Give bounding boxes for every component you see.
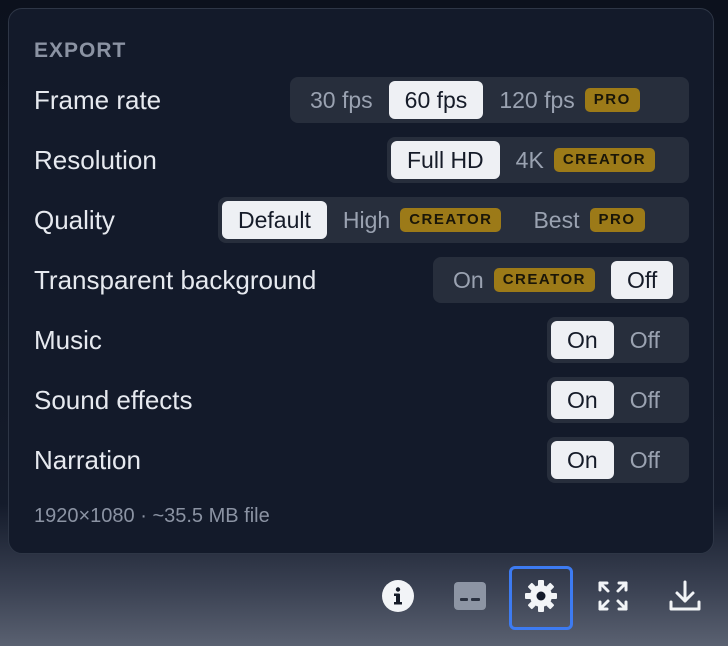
option-120fps[interactable]: 120 fps PRO bbox=[483, 81, 655, 119]
option-label: 4K bbox=[515, 146, 544, 173]
option-on[interactable]: On bbox=[551, 441, 614, 479]
setting-row-narration: Narration On Off bbox=[9, 437, 713, 483]
creator-badge: CREATOR bbox=[553, 148, 656, 172]
segmented-control-resolution: Full HD 4K CREATOR bbox=[387, 137, 689, 183]
setting-row-music: Music On Off bbox=[9, 317, 713, 363]
option-label: 120 fps bbox=[499, 86, 575, 113]
option-label: Off bbox=[629, 446, 660, 473]
option-off[interactable]: Off bbox=[614, 321, 676, 359]
fullscreen-icon bbox=[597, 580, 629, 617]
setting-row-quality: Quality Default High CREATOR Best PRO bbox=[9, 197, 713, 243]
setting-label: Transparent background bbox=[34, 265, 317, 295]
subtitles-icon bbox=[453, 581, 487, 616]
setting-row-resolution: Resolution Full HD 4K CREATOR bbox=[9, 137, 713, 183]
option-label: On bbox=[567, 326, 598, 353]
segmented-control-music: On Off bbox=[547, 317, 689, 363]
option-label: Off bbox=[626, 266, 658, 293]
option-label: On bbox=[567, 446, 598, 473]
option-best[interactable]: Best PRO bbox=[517, 201, 660, 239]
option-high[interactable]: High CREATOR bbox=[327, 201, 518, 239]
setting-row-sound-effects: Sound effects On Off bbox=[9, 377, 713, 423]
option-label: On bbox=[453, 266, 484, 293]
option-label: High bbox=[342, 206, 391, 233]
section-title: EXPORT bbox=[34, 39, 127, 62]
option-label: Full HD bbox=[407, 146, 484, 173]
setting-label: Resolution bbox=[34, 145, 157, 175]
gear-icon bbox=[523, 578, 559, 619]
info-icon bbox=[381, 579, 415, 618]
option-off[interactable]: Off bbox=[614, 381, 676, 419]
creator-badge: CREATOR bbox=[493, 268, 595, 292]
segmented-control-frame-rate: 30 fps 60 fps 120 fps PRO bbox=[290, 77, 689, 123]
option-label: Best bbox=[533, 206, 580, 233]
pro-badge: PRO bbox=[584, 88, 640, 112]
setting-label: Frame rate bbox=[34, 85, 162, 115]
setting-label: Sound effects bbox=[34, 385, 193, 415]
export-summary: 1920×1080 · ~35.5 MB file bbox=[34, 505, 270, 527]
download-icon bbox=[668, 579, 702, 618]
option-off[interactable]: Off bbox=[614, 441, 676, 479]
option-on[interactable]: On bbox=[551, 381, 614, 419]
settings-button[interactable] bbox=[509, 566, 573, 630]
export-settings-panel: EXPORT Frame rate 30 fps 60 fps 120 fps P… bbox=[8, 8, 714, 554]
option-label: On bbox=[567, 386, 598, 413]
creator-badge: CREATOR bbox=[400, 208, 502, 232]
option-label: Off bbox=[629, 326, 660, 353]
player-toolbar bbox=[0, 566, 728, 634]
subtitles-button[interactable] bbox=[438, 566, 502, 630]
option-default[interactable]: Default bbox=[222, 201, 327, 239]
pro-badge: PRO bbox=[589, 208, 645, 232]
option-label: 30 fps bbox=[310, 86, 373, 113]
fullscreen-button[interactable] bbox=[581, 566, 645, 630]
segmented-control-narration: On Off bbox=[547, 437, 689, 483]
option-on[interactable]: On bbox=[551, 321, 614, 359]
option-label: Default bbox=[238, 206, 311, 233]
setting-label: Quality bbox=[34, 205, 115, 235]
info-button[interactable] bbox=[366, 566, 430, 630]
option-label: 60 fps bbox=[404, 86, 468, 113]
option-30fps[interactable]: 30 fps bbox=[294, 81, 389, 119]
setting-row-frame-rate: Frame rate 30 fps 60 fps 120 fps PRO bbox=[9, 77, 713, 123]
option-60fps[interactable]: 60 fps bbox=[388, 81, 484, 119]
option-on[interactable]: On CREATOR bbox=[437, 261, 611, 299]
option-full-hd[interactable]: Full HD bbox=[391, 141, 500, 179]
download-button[interactable] bbox=[653, 566, 717, 630]
setting-label: Music bbox=[34, 325, 102, 355]
segmented-control-transparent-background: On CREATOR Off bbox=[433, 257, 689, 303]
setting-label: Narration bbox=[34, 445, 141, 475]
option-off[interactable]: Off bbox=[610, 261, 674, 299]
segmented-control-sound-effects: On Off bbox=[547, 377, 689, 423]
option-label: Off bbox=[629, 386, 660, 413]
segmented-control-quality: Default High CREATOR Best PRO bbox=[218, 197, 689, 243]
option-4k[interactable]: 4K CREATOR bbox=[500, 141, 671, 179]
setting-row-transparent-background: Transparent background On CREATOR Off bbox=[9, 257, 713, 303]
